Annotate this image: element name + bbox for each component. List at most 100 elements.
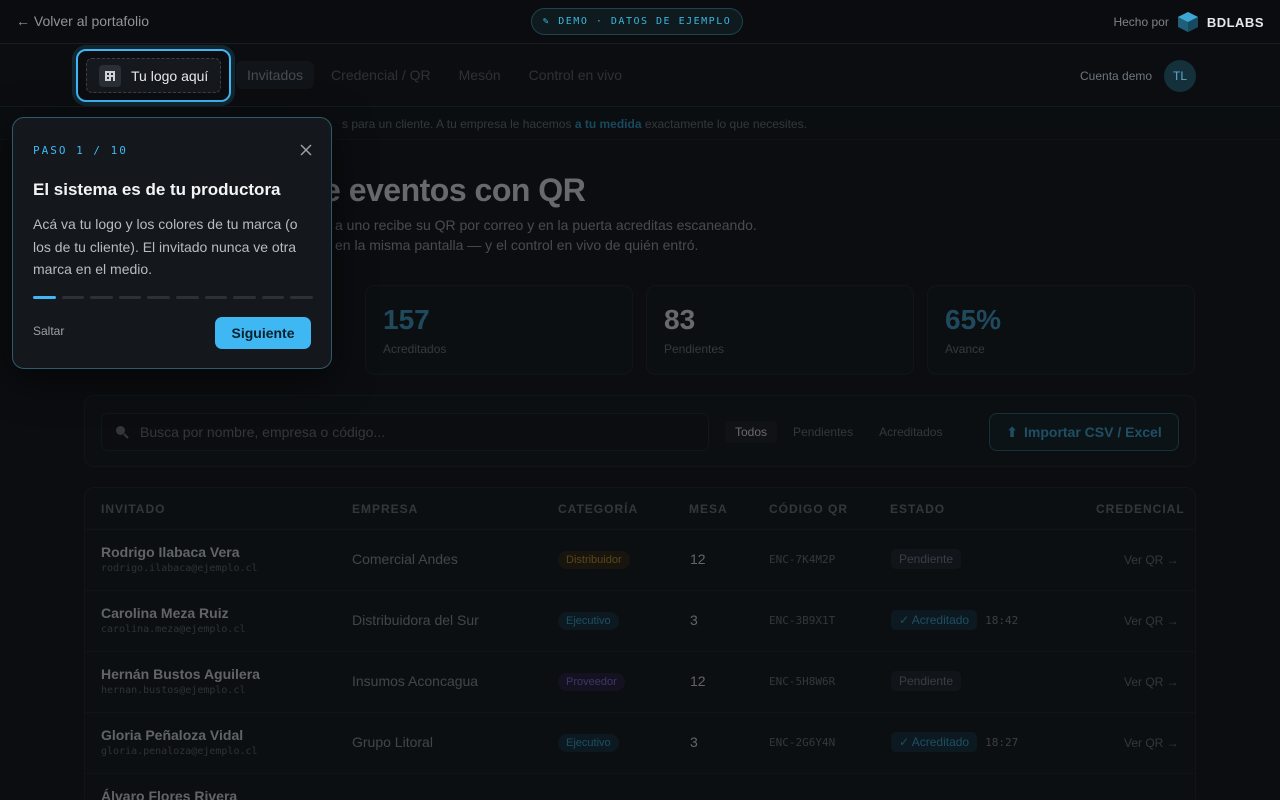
tour-step-label: PASO 1 / 10 — [33, 144, 128, 157]
table-number: 3 — [690, 612, 698, 628]
building-icon — [99, 64, 121, 87]
search-input[interactable]: Busca por nombre, empresa o código... — [101, 413, 709, 451]
company: Insumos Aconcagua — [352, 673, 479, 689]
account-label: Cuenta demo — [1080, 69, 1153, 83]
table-header: INVITADO EMPRESA CATEGORÍA MESA CÓDIGO Q… — [85, 488, 1195, 530]
status-badge: ✓ Acreditado — [891, 610, 978, 630]
filter-todos[interactable]: Todos — [725, 421, 778, 443]
banner-text-before: s para un cliente. A tu empresa le hacem… — [342, 117, 575, 131]
filter-acreditados[interactable]: Acreditados — [869, 421, 952, 443]
qr-code: ENC-2G6Y4N — [769, 736, 836, 749]
qr-code: ENC-5H8W6R — [769, 675, 836, 688]
category-cell: Ejecutivo — [558, 611, 619, 630]
stat-card: 83 Pendientes — [646, 285, 914, 375]
col-codigo-qr: CÓDIGO QR — [769, 502, 849, 516]
progress-segment — [290, 296, 313, 299]
tour-body: Acá va tu logo y los colores de tu marca… — [33, 216, 298, 277]
qr-code: ENC-7K4M2P — [769, 553, 836, 566]
tab-meson[interactable]: Mesón — [448, 61, 512, 89]
table-row[interactable]: Rodrigo Ilabaca Vera rodrigo.ilabaca@ejem… — [85, 530, 1195, 591]
page-title: e eventos con QR — [323, 172, 586, 208]
bdlabs-logo-icon — [1177, 12, 1198, 32]
guest-email: hernan.bustos@ejemplo.cl — [101, 685, 246, 696]
guest-table: INVITADO EMPRESA CATEGORÍA MESA CÓDIGO Q… — [84, 487, 1196, 800]
col-estado: ESTADO — [890, 502, 946, 516]
back-to-portfolio-link[interactable]: ← Volver al portafolio — [16, 13, 149, 29]
table-number: 12 — [690, 673, 706, 689]
view-qr-link[interactable]: Ver QR → — [1124, 675, 1179, 689]
stat-label: Avance — [945, 342, 985, 356]
stat-label: Acreditados — [383, 342, 447, 356]
made-by-label: Hecho por — [1113, 15, 1169, 29]
import-label: Importar CSV / Excel — [1024, 424, 1162, 440]
status-cell: ✓ Acreditado 18:27 — [891, 732, 1018, 752]
view-qr-link[interactable]: Ver QR → — [1124, 614, 1179, 628]
next-button[interactable]: Siguiente — [215, 317, 311, 349]
upload-icon: ⬆ — [1006, 423, 1018, 440]
guest-cell: Gloria Peñaloza Vidal gloria.penaloza@eje… — [101, 727, 258, 757]
search-placeholder: Busca por nombre, empresa o código... — [140, 424, 386, 440]
view-qr-link[interactable]: Ver QR → — [1124, 736, 1179, 750]
logo-highlight: Tu logo aquí — [76, 49, 231, 102]
table-number: 12 — [690, 551, 706, 567]
table-row[interactable]: Gloria Peñaloza Vidal gloria.penaloza@eje… — [85, 713, 1195, 774]
nav-tabs: Invitados Credencial / QR Mesón Control … — [236, 61, 633, 89]
category-badge: Proveedor — [558, 673, 625, 691]
col-invitado: INVITADO — [101, 502, 166, 516]
tab-credencial-qr[interactable]: Credencial / QR — [320, 61, 442, 89]
filter-pendientes[interactable]: Pendientes — [783, 421, 863, 443]
guest-name: Gloria Peñaloza Vidal — [101, 727, 244, 743]
page-subtitle-1: a uno recibe su QR por correo y en la pu… — [335, 217, 757, 233]
table-row[interactable]: Carolina Meza Ruiz carolina.meza@ejemplo.… — [85, 591, 1195, 652]
guest-cell: Hernán Bustos Aguilera hernan.bustos@ejem… — [101, 666, 260, 696]
col-empresa: EMPRESA — [352, 502, 419, 516]
made-by[interactable]: Hecho por BDLABS — [1113, 11, 1264, 33]
guest-email: carolina.meza@ejemplo.cl — [101, 624, 246, 635]
avatar[interactable]: TL — [1164, 60, 1196, 92]
col-credencial: CREDENCIAL — [1096, 502, 1185, 516]
category-cell: Ejecutivo — [558, 733, 619, 752]
table-row[interactable]: Hernán Bustos Aguilera hernan.bustos@ejem… — [85, 652, 1195, 713]
tour-progress — [33, 296, 313, 299]
status-cell: Pendiente — [891, 671, 962, 691]
category-cell: Distribuidor — [558, 550, 630, 569]
progress-segment — [233, 296, 256, 299]
import-csv-button[interactable]: ⬆ Importar CSV / Excel — [989, 413, 1179, 451]
demo-badge-label: DEMO · DATOS DE EJEMPLO — [558, 16, 732, 27]
page-subtitle-2: en la misma pantalla — y el control en v… — [335, 237, 699, 253]
logo-placeholder[interactable]: Tu logo aquí — [86, 58, 221, 93]
qr-code: ENC-3B9X1T — [769, 614, 836, 627]
stat-card: 65% Avance — [927, 285, 1195, 375]
stat-label: Pendientes — [664, 342, 725, 356]
logo-label: Tu logo aquí — [131, 67, 209, 84]
status-cell: ✓ Acreditado 18:42 — [891, 610, 1019, 630]
category-badge: Ejecutivo — [558, 734, 619, 752]
search-icon — [116, 426, 129, 439]
progress-segment — [147, 296, 170, 299]
progress-segment — [61, 296, 85, 299]
status-cell: Pendiente — [891, 549, 962, 569]
progress-segment — [204, 296, 228, 299]
progress-segment — [90, 296, 113, 299]
close-icon[interactable] — [297, 142, 315, 160]
status-badge: Pendiente — [891, 549, 962, 569]
skip-button[interactable]: Saltar — [33, 324, 64, 338]
guest-name: Rodrigo Ilabaca Vera — [101, 544, 240, 560]
category-cell: Proveedor — [558, 672, 625, 691]
view-qr-link[interactable]: Ver QR → — [1124, 553, 1179, 567]
category-badge: Ejecutivo — [558, 612, 619, 630]
table-row[interactable]: Álvaro Flores Rivera — [85, 774, 1195, 800]
check-in-time: 18:42 — [985, 614, 1019, 627]
progress-segment — [118, 296, 142, 299]
guest-name: Álvaro Flores Rivera — [101, 788, 238, 800]
banner-highlight: a tu medida — [574, 117, 642, 131]
pencil-icon: ✎ — [542, 16, 551, 27]
progress-segment — [175, 296, 199, 299]
guest-cell: Rodrigo Ilabaca Vera rodrigo.ilabaca@ejem… — [101, 544, 258, 574]
tab-invitados[interactable]: Invitados — [236, 61, 315, 89]
tour-popover: PASO 1 / 10 El sistema es de tu producto… — [12, 117, 332, 369]
guest-name: Hernán Bustos Aguilera — [101, 666, 260, 682]
stat-value: 65% — [945, 304, 1002, 335]
top-bar: ← Volver al portafolio ✎ DEMO · DATOS DE… — [0, 0, 1280, 44]
tab-control-en-vivo[interactable]: Control en vivo — [518, 61, 633, 89]
